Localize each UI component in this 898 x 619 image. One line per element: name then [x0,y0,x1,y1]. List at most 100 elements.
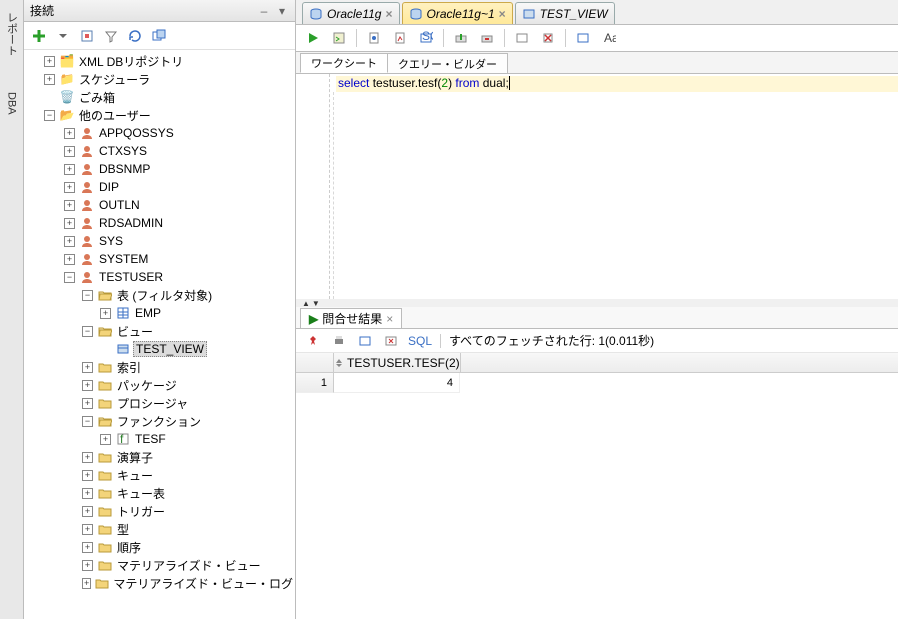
close-icon[interactable]: × [385,7,392,21]
uppercase-icon[interactable]: Aa [598,27,620,49]
tree-node-user[interactable]: +DIP [24,178,295,196]
tab-worksheet[interactable]: ワークシート [300,53,388,73]
refresh-icon[interactable] [126,27,144,45]
connections-panel: 接続 – ▾ +🗂️XML DBリポジトリ +📁スケジューラ 🗑️ごみ箱 −📂他… [24,0,296,619]
tree-node-queues[interactable]: +キュー [24,466,295,484]
folder-icon [97,557,113,573]
tree-node-procedures[interactable]: +プロシージャ [24,394,295,412]
tree-node-user[interactable]: +RDSADMIN [24,214,295,232]
tree-node-user[interactable]: +OUTLN [24,196,295,214]
pin-icon[interactable] [304,332,322,350]
dropdown-icon[interactable]: ▾ [275,4,289,18]
tree-node-user[interactable]: +APPQOSSYS [24,124,295,142]
tree-node-user[interactable]: +SYSTEM [24,250,295,268]
splitter[interactable]: ▲▼ [296,299,898,307]
user-icon [79,161,95,177]
file-tab[interactable]: Oracle11g~1× [402,2,513,24]
tree-node-user[interactable]: +CTXSYS [24,142,295,160]
result-grid[interactable]: TESTUSER.TESF(2) 1 4 [296,353,898,619]
export-icon[interactable] [356,332,374,350]
folder-icon [97,467,113,483]
clear-icon[interactable] [537,27,559,49]
explain-icon[interactable] [363,27,385,49]
svg-text:SQL: SQL [422,31,433,43]
tree-node-types[interactable]: +型 [24,520,295,538]
unshared-icon[interactable] [511,27,533,49]
tree-node-packages[interactable]: +パッケージ [24,376,295,394]
expand-icon[interactable]: + [44,74,55,85]
tree-node-other-users[interactable]: −📂他のユーザー [24,106,295,124]
tree-node-mviews[interactable]: +マテリアライズド・ビュー [24,556,295,574]
rollback-icon[interactable] [476,27,498,49]
tab-query-result[interactable]: ▶ 問合せ結果 × [300,308,402,328]
minimize-icon[interactable]: – [257,4,271,18]
tree-node-tables[interactable]: −表 (フィルタ対象) [24,286,295,304]
expand-icon[interactable]: + [64,164,75,175]
windows-icon[interactable] [150,27,168,45]
view-icon [115,341,131,357]
tree-node-indexes[interactable]: +索引 [24,358,295,376]
result-tabs: ▶ 問合せ結果 × [296,307,898,329]
expand-icon[interactable]: + [64,254,75,265]
print-icon[interactable] [330,332,348,350]
tree-node-operators[interactable]: +演算子 [24,448,295,466]
tab-query-builder[interactable]: クエリー・ビルダー [387,53,508,73]
folder-icon [97,359,113,375]
editor-area: Oracle11g×Oracle11g~1×TEST_VIEW SQL Aa ワ… [296,0,898,619]
expand-icon[interactable]: + [64,236,75,247]
sql-icon[interactable]: SQL [415,27,437,49]
run-script-icon[interactable] [328,27,350,49]
expand-icon[interactable]: + [64,146,75,157]
user-icon [79,215,95,231]
chevron-down-icon[interactable] [54,27,72,45]
user-icon [79,125,95,141]
new-connection-icon[interactable] [30,27,48,45]
close-icon[interactable]: × [386,312,393,326]
vtab-dba[interactable]: DBA [4,88,20,119]
file-tab[interactable]: Oracle11g× [302,2,400,24]
collapse-icon[interactable]: − [44,110,55,121]
tree-node-functions[interactable]: −ファンクション [24,412,295,430]
tree-node-tesf[interactable]: +fTESF [24,430,295,448]
table-row[interactable]: 1 4 [296,373,898,393]
folder-icon [97,485,113,501]
expand-icon[interactable]: + [64,218,75,229]
connection-tree[interactable]: +🗂️XML DBリポジトリ +📁スケジューラ 🗑️ごみ箱 −📂他のユーザー +… [24,50,295,619]
filter-icon[interactable] [102,27,120,45]
file-tab[interactable]: TEST_VIEW [515,2,615,24]
user-icon [79,233,95,249]
tree-node-sequences[interactable]: +順序 [24,538,295,556]
tree-node-scheduler[interactable]: +📁スケジューラ [24,70,295,88]
tree-node-user[interactable]: −TESTUSER [24,268,295,286]
close-icon[interactable]: × [499,7,506,21]
tree-node-user[interactable]: +DBSNMP [24,160,295,178]
expand-icon[interactable]: + [64,200,75,211]
sql-line[interactable]: select testuser.tesf(2) from dual; [336,76,898,92]
panel-header: 接続 – ▾ [24,0,295,22]
sql-link[interactable]: SQL [408,334,432,348]
tree-node-mview_logs[interactable]: +マテリアライズド・ビュー・ログ [24,574,295,592]
tree-node-xmlrepo[interactable]: +🗂️XML DBリポジトリ [24,52,295,70]
tree-node-views[interactable]: −ビュー [24,322,295,340]
tree-node-triggers[interactable]: +トリガー [24,502,295,520]
autotrace-icon[interactable] [389,27,411,49]
tree-node-testview[interactable]: TEST_VIEW [24,340,295,358]
sql-editor[interactable]: select testuser.tesf(2) from dual; [296,74,898,299]
run-icon[interactable] [302,27,324,49]
tree-node-user[interactable]: +SYS [24,232,295,250]
tree-node-queue_tables[interactable]: +キュー表 [24,484,295,502]
collapse-icon[interactable]: − [64,272,75,283]
expand-icon[interactable]: + [64,128,75,139]
expand-icon[interactable]: + [44,56,55,67]
collapse-icon[interactable] [78,27,96,45]
cancel-icon[interactable] [382,332,400,350]
tree-node-emp[interactable]: +EMP [24,304,295,322]
tree-node-trash[interactable]: 🗑️ごみ箱 [24,88,295,106]
sort-icon [334,358,344,368]
vtab-reports[interactable]: レポート [2,8,22,60]
column-header[interactable]: TESTUSER.TESF(2) [334,353,461,372]
sql-history-icon[interactable] [572,27,594,49]
expand-icon[interactable]: + [64,182,75,193]
users-list: +APPQOSSYS+CTXSYS+DBSNMP+DIP+OUTLN+RDSAD… [24,124,295,592]
commit-icon[interactable] [450,27,472,49]
